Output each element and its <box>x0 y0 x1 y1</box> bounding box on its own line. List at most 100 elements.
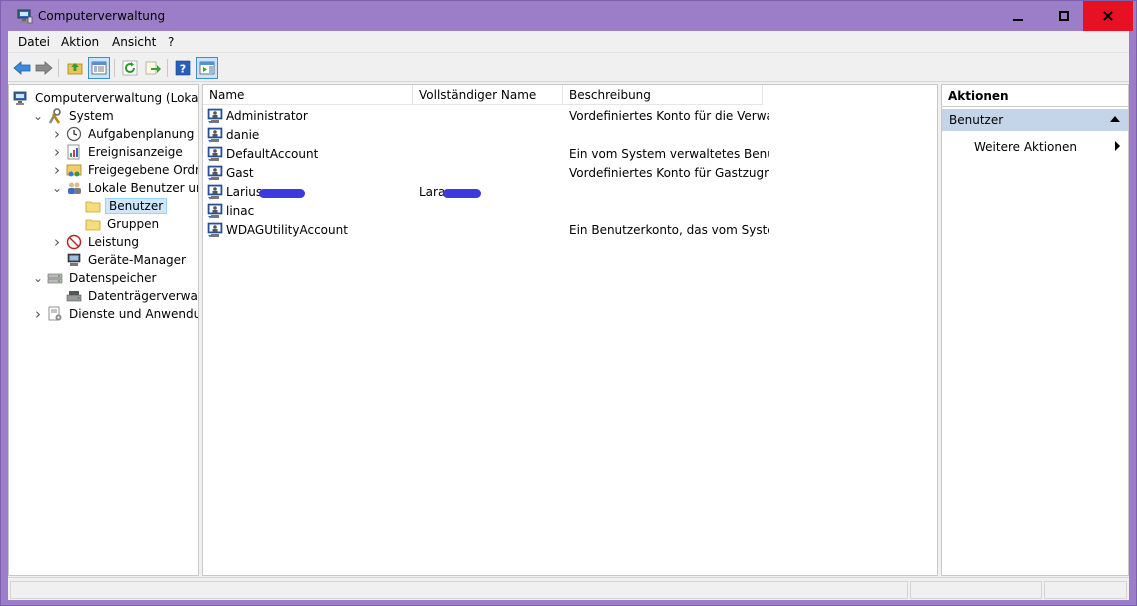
export-button[interactable] <box>142 57 164 79</box>
computer-management-icon <box>13 90 29 106</box>
tree-item-label: Gruppen <box>107 217 160 231</box>
refresh-button[interactable] <box>119 57 141 79</box>
tree-item-label: Dienste und Anwendungen <box>69 307 198 321</box>
maximize-icon <box>1059 11 1069 21</box>
more-actions-item[interactable]: Weitere Aktionen <box>974 140 1077 154</box>
chevron-right-icon[interactable]: › <box>51 233 63 251</box>
users-icon <box>66 180 82 196</box>
menu-datei[interactable]: Datei <box>18 35 50 49</box>
actions-pane: Aktionen Benutzer Weitere Aktionen <box>941 84 1129 576</box>
status-segment <box>1044 581 1127 599</box>
svg-text:?: ? <box>180 63 186 76</box>
tree-item-dienste-und-anwendungen[interactable]: › Dienste und Anwendungen <box>32 305 198 323</box>
show-action-pane-button[interactable] <box>196 57 218 79</box>
menu-aktion[interactable]: Aktion <box>61 35 99 49</box>
show-tree-icon <box>91 61 107 75</box>
user-icon <box>207 146 223 162</box>
help-button[interactable]: ? <box>172 57 194 79</box>
help-icon: ? <box>175 60 191 76</box>
column-header-fullname[interactable]: Vollständiger Name <box>413 85 563 105</box>
cell-name: linac <box>226 204 255 218</box>
user-icon <box>207 165 223 181</box>
collapse-up-icon[interactable] <box>1110 116 1120 122</box>
chevron-down-icon[interactable]: ⌄ <box>51 182 63 194</box>
status-bar <box>8 577 1129 600</box>
cell-description: Ein vom System verwaltetes Benu... <box>569 147 769 161</box>
tree-item-ereignisanzeige[interactable]: › Ereignisanzeige <box>51 143 185 161</box>
chevron-right-icon[interactable]: › <box>51 161 63 179</box>
performance-icon <box>66 234 82 250</box>
chevron-right-icon[interactable]: › <box>51 143 63 161</box>
close-button[interactable] <box>1083 1 1133 31</box>
app-window: Computerverwaltung Datei Aktion Ansicht … <box>0 0 1137 606</box>
refresh-icon <box>122 60 138 76</box>
menu-bar: Datei Aktion Ansicht ? <box>8 31 1129 53</box>
tree-item-system[interactable]: ⌄ System <box>32 107 116 125</box>
table-row[interactable]: Gast Vordefiniertes Konto für Gastzugri..… <box>203 164 937 183</box>
table-row[interactable]: Larius Lara <box>203 183 937 202</box>
maximize-button[interactable] <box>1041 1 1087 31</box>
tree-item-leistung[interactable]: › Leistung <box>51 233 141 251</box>
storage-icon <box>47 270 63 286</box>
tree-item-label: System <box>69 109 114 123</box>
user-icon <box>207 108 223 124</box>
tree-item-benutzer[interactable]: Benutzer <box>70 197 168 215</box>
user-icon <box>207 184 223 200</box>
system-tools-icon <box>47 108 63 124</box>
toolbar-separator <box>167 59 168 77</box>
tree-item-aufgabenplanung[interactable]: › Aufgabenplanung <box>51 125 196 143</box>
up-folder-button[interactable] <box>64 57 86 79</box>
menu-help[interactable]: ? <box>168 35 174 49</box>
show-action-pane-icon <box>199 61 215 75</box>
tree-item-datenspeicher[interactable]: ⌄ Datenspeicher <box>32 269 158 287</box>
table-row[interactable]: linac <box>203 202 937 221</box>
show-tree-button[interactable] <box>88 57 110 79</box>
submenu-arrow-icon[interactable] <box>1115 141 1120 151</box>
column-header-description[interactable]: Beschreibung <box>563 85 763 105</box>
tree-item-gruppen[interactable]: Gruppen <box>70 215 161 233</box>
user-icon <box>207 222 223 238</box>
navigation-tree: Computerverwaltung (Lokal) ⌄ System › Aufgab… <box>8 84 199 576</box>
user-icon <box>207 203 223 219</box>
title-bar[interactable]: Computerverwaltung <box>1 1 1136 31</box>
cell-description: Ein Benutzerkonto, das vom Syste... <box>569 223 769 237</box>
back-button[interactable] <box>11 57 33 79</box>
tree-item-computerverwaltung-lokal[interactable]: Computerverwaltung (Lokal) <box>13 89 198 107</box>
tree-item-freigegebene-ordner[interactable]: › Freigegebene Ordner <box>51 161 198 179</box>
cell-name: danie <box>226 128 260 142</box>
cell-fullname: Lara <box>419 185 446 199</box>
chevron-down-icon[interactable]: ⌄ <box>32 272 44 284</box>
tree-item-datenträgerverwaltung[interactable]: Datenträgerverwaltung <box>51 287 198 305</box>
table-row[interactable]: Administrator Vordefiniertes Konto für di… <box>203 107 937 126</box>
toolbar: ? <box>8 54 1129 82</box>
chevron-right-icon[interactable]: › <box>51 125 63 143</box>
minimize-button[interactable] <box>995 1 1041 31</box>
status-segment <box>910 581 1042 599</box>
cell-description: Vordefiniertes Konto für die Verwa... <box>569 109 769 123</box>
actions-title: Aktionen <box>942 85 1128 107</box>
redaction-mark <box>443 189 481 198</box>
tree-item-geräte-manager[interactable]: Geräte-Manager <box>51 251 188 269</box>
close-icon <box>1103 11 1113 21</box>
menu-ansicht[interactable]: Ansicht <box>112 35 156 49</box>
device-manager-icon <box>66 252 82 268</box>
tree-item-label: Geräte-Manager <box>88 253 186 267</box>
client-area: Datei Aktion Ansicht ? ? Computerverwalt… <box>8 31 1129 600</box>
tree-item-lokale-benutzer-und-gru[interactable]: ⌄ Lokale Benutzer und Gru <box>51 179 198 197</box>
column-header-name[interactable]: Name <box>203 85 413 105</box>
chevron-down-icon[interactable]: ⌄ <box>32 110 44 122</box>
cell-name: Gast <box>226 166 254 180</box>
tree-item-label: Freigegebene Ordner <box>88 163 198 177</box>
table-row[interactable]: DefaultAccount Ein vom System verwaltetes… <box>203 145 937 164</box>
tree-item-label: Aufgabenplanung <box>88 127 195 141</box>
clock-icon <box>66 126 82 142</box>
table-row[interactable]: danie <box>203 126 937 145</box>
forward-button[interactable] <box>33 57 55 79</box>
redaction-mark <box>259 189 305 198</box>
actions-group-header[interactable]: Benutzer <box>942 109 1128 131</box>
chevron-right-icon[interactable]: › <box>32 305 44 323</box>
folder-icon <box>85 216 101 232</box>
table-row[interactable]: WDAGUtilityAccount Ein Benutzerkonto, das… <box>203 221 937 240</box>
